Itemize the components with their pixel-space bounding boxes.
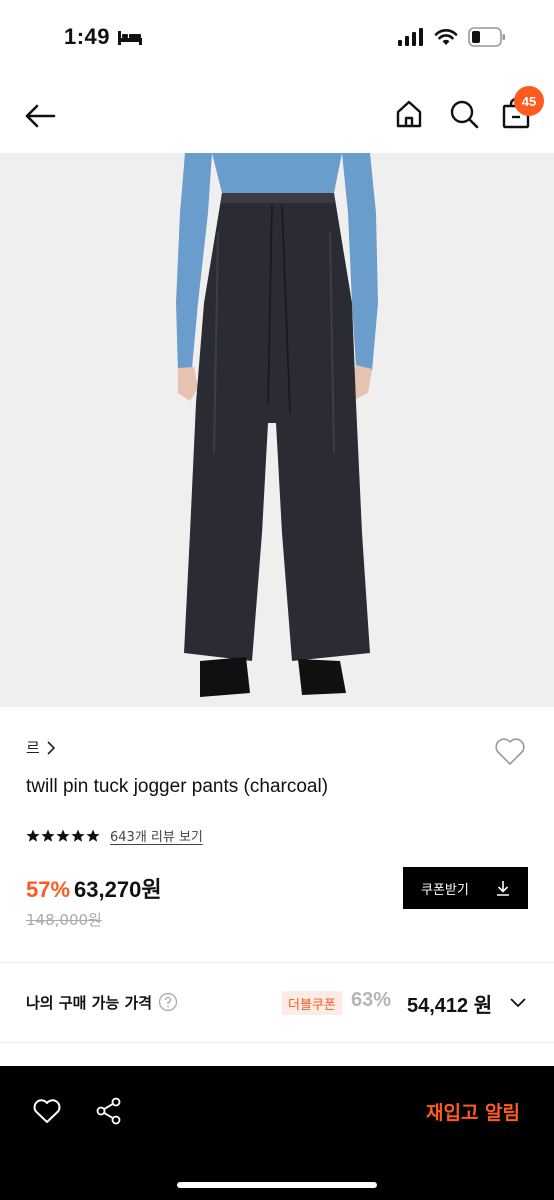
my-price-label: 나의 구매 가능 가격: [26, 994, 153, 1012]
sale-price: 63,270원: [74, 877, 162, 902]
product-image[interactable]: [0, 153, 554, 707]
rating-stars: [26, 829, 100, 843]
star-icon: [86, 829, 100, 842]
restock-alert-button[interactable]: 재입고 알림: [380, 1094, 520, 1128]
my-price-row[interactable]: 나의 구매 가능 가격 더블쿠폰 63% 54,412 원: [0, 964, 554, 1042]
top-nav: [0, 80, 554, 150]
heart-icon[interactable]: [32, 1096, 62, 1126]
battery-icon: [468, 27, 505, 47]
chevron-down-icon[interactable]: [508, 993, 528, 1013]
cart-count-badge: 45: [514, 86, 544, 116]
back-arrow-icon[interactable]: [22, 98, 58, 134]
my-discount-rate: 63%: [351, 989, 392, 1011]
home-indicator: [177, 1182, 377, 1188]
status-time: 1:49: [64, 24, 111, 49]
star-icon: [71, 829, 85, 842]
price-row: 57% 63,270원: [26, 872, 162, 904]
status-bar: 1:49: [0, 0, 554, 76]
product-photo-illustration: [0, 153, 554, 707]
brand-link[interactable]: 르: [26, 737, 56, 758]
bottom-action-bar: 재입고 알림: [0, 1066, 554, 1200]
star-icon: [41, 829, 55, 842]
signal-icon: [398, 28, 423, 46]
bed-icon: [118, 31, 142, 45]
divider: [0, 1042, 554, 1043]
search-icon[interactable]: [448, 98, 480, 130]
star-icon: [26, 829, 40, 842]
wifi-icon: [434, 29, 458, 45]
status-icons: [398, 27, 506, 47]
share-icon[interactable]: [94, 1096, 124, 1126]
divider: [0, 962, 554, 963]
rating-row: 643개 리뷰 보기: [26, 826, 203, 845]
review-link[interactable]: 643개 리뷰 보기: [110, 826, 203, 845]
star-icon: [56, 829, 70, 842]
brand-name: 르: [26, 739, 40, 757]
help-icon[interactable]: [158, 992, 178, 1012]
discount-rate: 57%: [26, 877, 71, 902]
heart-outline-icon[interactable]: [493, 734, 527, 768]
coupon-download-button[interactable]: 쿠폰받기: [403, 867, 528, 909]
home-icon[interactable]: [393, 98, 425, 130]
double-coupon-badge: 더블쿠폰: [282, 991, 342, 1015]
coupon-button-label: 쿠폰받기: [421, 881, 469, 897]
original-price: 148,000원: [26, 911, 102, 929]
product-title: twill pin tuck jogger pants (charcoal): [26, 776, 329, 797]
download-icon: [497, 881, 509, 896]
my-price-value: 54,412 원: [407, 995, 493, 1017]
chevron-right-icon: [47, 740, 55, 755]
